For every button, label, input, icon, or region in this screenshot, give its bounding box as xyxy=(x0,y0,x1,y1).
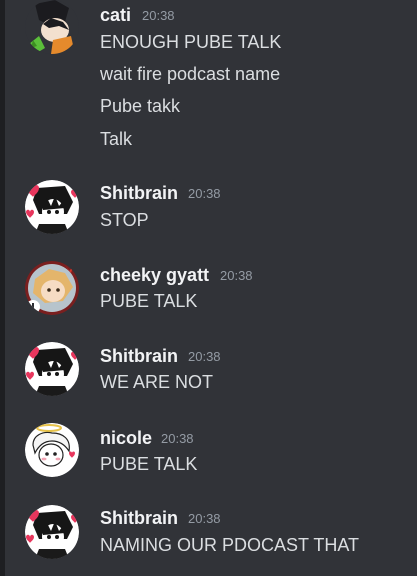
message-author[interactable]: Shitbrain xyxy=(100,507,178,529)
cheeky-gyatt-avatar-icon[interactable] xyxy=(25,261,79,315)
message-text: Pube takk xyxy=(100,96,181,116)
message-timestamp: 20:38 xyxy=(220,268,253,283)
message-text: WE ARE NOT xyxy=(100,372,214,392)
message-author[interactable]: cheeky gyatt xyxy=(100,264,209,286)
shitbrain-avatar-icon[interactable] xyxy=(25,180,79,234)
message-text: wait fire podcast name xyxy=(100,64,281,84)
shitbrain-avatar-icon[interactable] xyxy=(25,505,79,559)
message-text: STOP xyxy=(100,210,149,230)
message-text: PUBE TALK xyxy=(100,291,198,311)
message-timestamp: 20:38 xyxy=(142,8,175,23)
message-text: Talk xyxy=(100,129,133,149)
shitbrain-avatar-icon[interactable] xyxy=(25,342,79,396)
message-timestamp: 20:38 xyxy=(188,511,221,526)
message-author[interactable]: nicole xyxy=(100,427,152,449)
message-text: PUBE TALK xyxy=(100,454,198,474)
message-timestamp: 20:38 xyxy=(161,431,194,446)
nicole-avatar-icon[interactable] xyxy=(25,423,79,477)
message-text: ENOUGH PUBE TALK xyxy=(100,32,282,52)
message-timestamp: 20:38 xyxy=(188,349,221,364)
message-text: NAMING OUR PDOCAST THAT xyxy=(100,535,360,555)
message-timestamp: 20:38 xyxy=(188,186,221,201)
message-author[interactable]: cati xyxy=(100,4,131,26)
cati-avatar-icon[interactable] xyxy=(25,0,79,54)
message-author[interactable]: Shitbrain xyxy=(100,345,178,367)
chat-message-list: cati 20:38 ENOUGH PUBE TALK wait fire po… xyxy=(0,0,417,576)
message-author[interactable]: Shitbrain xyxy=(100,182,178,204)
